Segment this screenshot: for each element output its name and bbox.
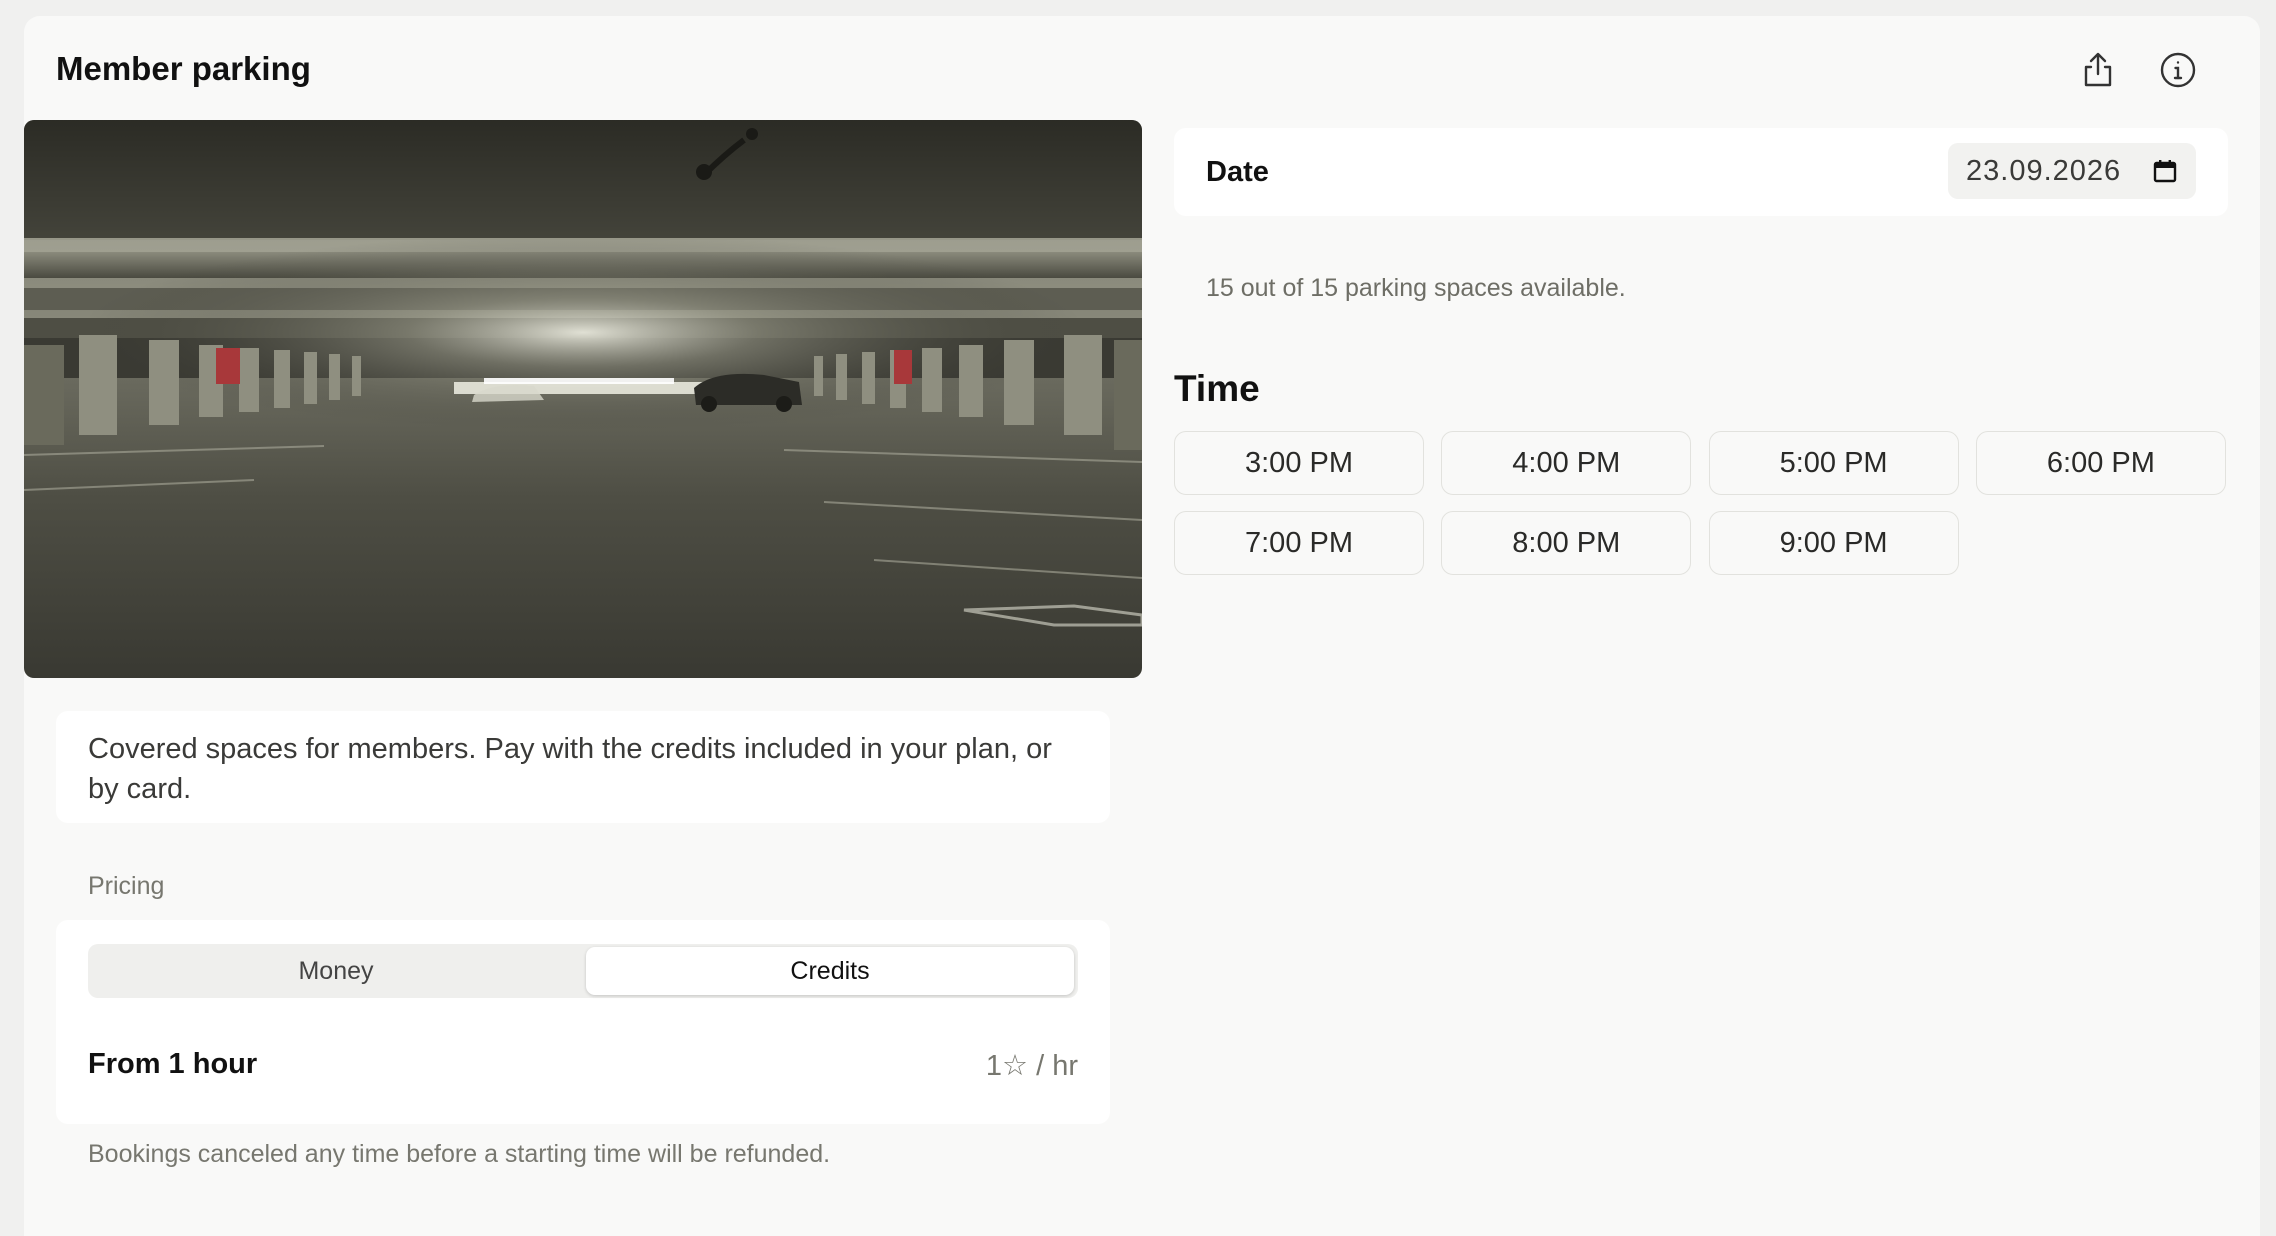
- availability-text: 15 out of 15 parking spaces available.: [1206, 274, 1626, 302]
- description-text: Covered spaces for members. Pay with the…: [88, 733, 1052, 805]
- tab-credits[interactable]: Credits: [586, 947, 1074, 995]
- time-slot-8pm[interactable]: 8:00 PM: [1441, 511, 1692, 575]
- rate-value: 1☆ / hr: [985, 1050, 1078, 1082]
- time-slot-3pm[interactable]: 3:00 PM: [1174, 431, 1424, 495]
- tab-money[interactable]: Money: [91, 947, 581, 995]
- pricing-card: Money Credits From 1 hour 1☆ / hr: [56, 920, 1110, 1124]
- time-slot-7pm[interactable]: 7:00 PM: [1174, 511, 1424, 575]
- calendar-icon: [2153, 160, 2177, 183]
- time-slot-6pm[interactable]: 6:00 PM: [1975, 431, 2226, 495]
- date-picker[interactable]: 23.09.2026: [1948, 143, 2196, 199]
- time-slot-9pm[interactable]: 9:00 PM: [1708, 511, 1959, 575]
- parking-garage-image: [24, 120, 1142, 678]
- date-card: Date 23.09.2026: [1174, 128, 2228, 216]
- time-heading: Time: [1174, 368, 1260, 409]
- refund-note: Bookings canceled any time before a star…: [88, 1140, 831, 1168]
- rate-label: From 1 hour: [88, 1048, 258, 1080]
- time-slot-5pm[interactable]: 5:00 PM: [1708, 431, 1959, 495]
- pricing-label: Pricing: [88, 872, 165, 900]
- page-title: Member parking: [56, 50, 311, 87]
- date-value: 23.09.2026: [1966, 154, 2122, 187]
- pricing-toggle: Money Credits: [88, 944, 1078, 998]
- header: Member parking: [24, 16, 2260, 120]
- booking-panel: Member parking Covered spaces for member…: [24, 16, 2260, 1236]
- share-icon[interactable]: [2074, 46, 2122, 94]
- description-card: Covered spaces for members. Pay with the…: [56, 711, 1110, 823]
- time-slot-4pm[interactable]: 4:00 PM: [1441, 431, 1692, 495]
- time-slots: 3:00 PM 4:00 PM 5:00 PM 6:00 PM 7:00 PM …: [1174, 431, 2228, 575]
- info-icon[interactable]: [2154, 46, 2202, 94]
- date-label: Date: [1206, 156, 1269, 188]
